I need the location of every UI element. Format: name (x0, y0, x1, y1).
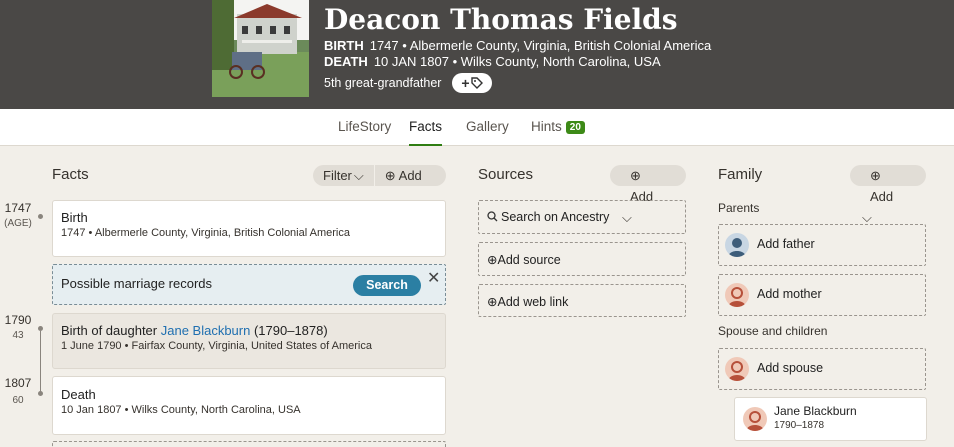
profile-tabs: LifeStory Facts Gallery Hints 20 (0, 109, 954, 146)
add-spouse-label: Add spouse (757, 361, 824, 375)
timeline-year-daughter: 1790 (4, 313, 32, 327)
add-circle-icon: ⊕ (630, 168, 641, 183)
fact-title-prefix: Birth of daughter (61, 323, 161, 338)
profile-photo[interactable] (212, 0, 309, 97)
fact-card-death[interactable]: Death 10 Jan 1807 • Wilks County, North … (52, 376, 446, 435)
daughter-link[interactable]: Jane Blackburn (161, 323, 251, 338)
add-fact-box[interactable] (52, 441, 446, 447)
tab-facts[interactable]: Facts (409, 119, 443, 146)
timeline-age-birth: (AGE) (4, 218, 32, 229)
timeline-year-birth: 1747 (4, 201, 32, 215)
death-value: 10 JAN 1807 • Wilks County, North Caroli… (373, 54, 661, 69)
tab-hints-label: Hints (531, 119, 562, 134)
fact-title: Birth (61, 210, 88, 225)
timeline-age-death: 60 (12, 395, 24, 406)
death-summary: DEATH 10 JAN 1807 • Wilks County, North C… (324, 54, 661, 69)
death-label: DEATH (324, 54, 368, 69)
filter-button[interactable]: Filter ⌵ (313, 165, 374, 186)
birth-label: BIRTH (324, 38, 364, 53)
female-avatar-icon (725, 357, 749, 381)
add-father-label: Add father (757, 237, 815, 251)
timeline-age-daughter: 43 (12, 330, 24, 341)
child-card-jane-blackburn[interactable]: Jane Blackburn 1790–1878 (734, 397, 927, 441)
male-avatar-icon (725, 233, 749, 257)
fact-card-birth-of-daughter[interactable]: Birth of daughter Jane Blackburn (1790–1… (52, 313, 446, 369)
sources-heading: Sources (478, 166, 534, 183)
tab-lifestory[interactable]: LifeStory (338, 119, 391, 146)
family-heading: Family (718, 166, 763, 183)
close-icon[interactable]: ✕ (427, 268, 440, 288)
add-source-text: ⊕Add source (487, 252, 561, 267)
relationship-label: 5th great-grandfather (324, 76, 442, 90)
add-father-button[interactable]: Add father (718, 224, 926, 266)
add-source-label: Add source (497, 253, 561, 267)
add-source-button[interactable]: ⊕Add source (478, 242, 686, 276)
add-circle-icon: ⊕ (384, 168, 396, 183)
add-source-menu-button[interactable]: ⊕Add⌵ (610, 165, 686, 225)
hints-count-badge: 20 (565, 121, 585, 134)
female-avatar-icon (725, 283, 749, 307)
hint-text: Possible marriage records (61, 276, 213, 291)
fact-title: Death (61, 387, 96, 402)
add-circle-icon: ⊕ (870, 168, 881, 183)
add-fact-button[interactable]: ⊕ Add (375, 165, 432, 186)
fact-title-years: (1790–1878) (250, 323, 328, 338)
spouse-children-label: Spouse and children (718, 324, 828, 338)
timeline-dot (38, 214, 43, 219)
search-on-ancestry-label: Search on Ancestry (501, 210, 610, 224)
add-family-menu-button[interactable]: ⊕Add⌵ (850, 165, 926, 225)
facts-heading: Facts (52, 166, 89, 183)
fact-detail: 10 Jan 1807 • Wilks County, North Caroli… (61, 404, 301, 416)
fact-detail: 1747 • Albermerle County, Virginia, Brit… (61, 227, 350, 239)
birth-summary: BIRTH 1747 • Albermerle County, Virginia,… (324, 38, 711, 53)
add-web-link-label: Add web link (497, 295, 569, 309)
add-circle-icon: ⊕ (487, 295, 498, 309)
search-on-ancestry-button[interactable]: Search on Ancestry (478, 200, 686, 234)
filter-label: Filter (323, 168, 352, 183)
add-spouse-button[interactable]: Add spouse (718, 348, 926, 390)
add-mother-button[interactable]: Add mother (718, 274, 926, 316)
tab-hints[interactable]: Hints 20 (531, 119, 585, 146)
search-icon (487, 211, 498, 222)
tag-icon (470, 77, 483, 89)
search-button[interactable]: Search (353, 275, 421, 296)
profile-header: Deacon Thomas Fields BIRTH 1747 • Alberme… (0, 0, 954, 109)
add-web-link-text: ⊕Add web link (487, 294, 568, 309)
facts-toolbar: Filter ⌵ ⊕ Add (313, 165, 446, 186)
timeline-year-death: 1807 (4, 376, 32, 390)
add-label: Add (870, 189, 894, 204)
parents-label: Parents (718, 201, 760, 215)
child-years: 1790–1878 (774, 420, 825, 431)
female-avatar-icon (743, 407, 767, 431)
chevron-down-icon: ⌵ (353, 168, 364, 183)
person-name: Deacon Thomas Fields (324, 3, 678, 36)
tab-gallery[interactable]: Gallery (466, 119, 509, 146)
add-mother-label: Add mother (757, 287, 822, 301)
timeline-line (40, 331, 41, 392)
add-fact-label: Add (398, 168, 422, 183)
fact-detail: 1 June 1790 • Fairfax County, Virginia, … (61, 340, 372, 352)
fact-card-birth[interactable]: Birth 1747 • Albermerle County, Virginia… (52, 200, 446, 257)
child-name: Jane Blackburn (774, 404, 857, 418)
search-on-ancestry-text: Search on Ancestry (487, 210, 609, 224)
fact-title: Birth of daughter Jane Blackburn (1790–1… (61, 323, 328, 338)
plus-icon: + (461, 75, 470, 91)
add-tag-button[interactable]: + (452, 73, 492, 93)
marriage-records-hint: Possible marriage records Search ✕ (52, 264, 446, 305)
add-circle-icon: ⊕ (487, 253, 498, 267)
birth-value: 1747 • Albermerle County, Virginia, Brit… (369, 38, 712, 53)
add-web-link-button[interactable]: ⊕Add web link (478, 284, 686, 317)
timeline-dot (38, 391, 43, 396)
